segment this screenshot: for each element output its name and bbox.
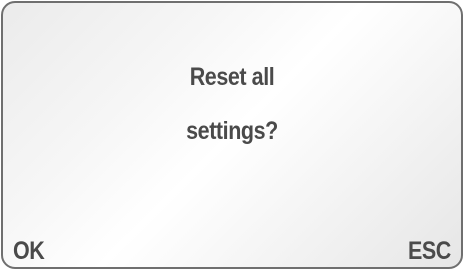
ok-softkey[interactable]: OK — [13, 237, 45, 266]
esc-softkey[interactable]: ESC — [408, 237, 451, 266]
dialog-message-line-1: Reset all — [189, 63, 275, 91]
dialog-message-line-2: settings? — [186, 117, 278, 145]
confirmation-dialog-screen: Reset all settings? OK ESC — [1, 1, 463, 269]
